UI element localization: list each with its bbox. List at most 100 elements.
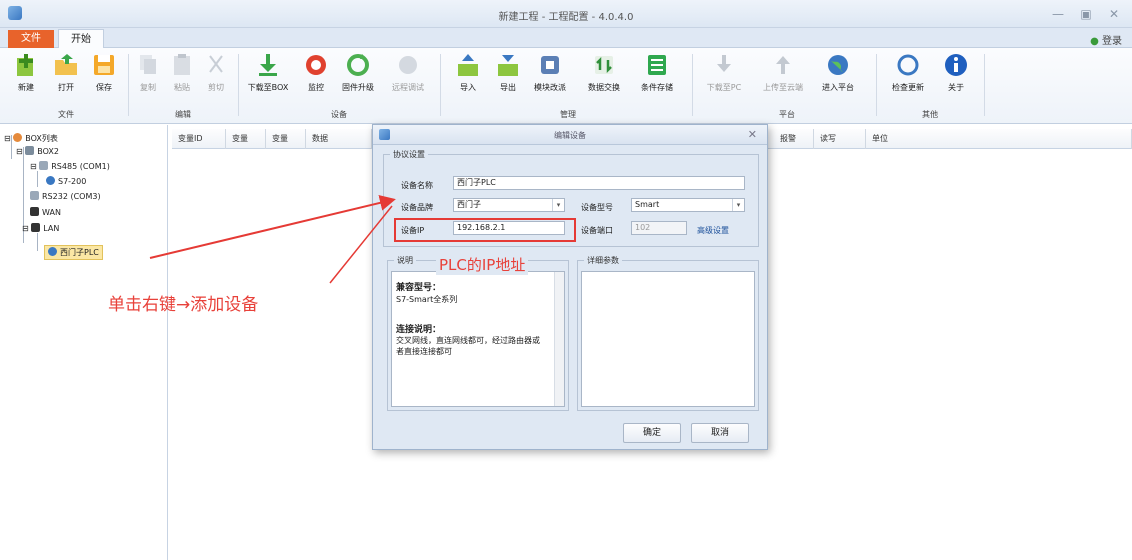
module-button[interactable]: 模块改派 [528,52,572,106]
firmware-button[interactable]: 固件升级 [336,52,380,106]
cut-button[interactable]: 剪切 [198,52,234,106]
device-port-input[interactable]: 102 [631,221,687,235]
group-label-platform: 平台 [779,110,795,119]
globe-icon [828,55,848,75]
tree-node-wan[interactable]: WAN [30,207,61,219]
group-label-device: 设备 [331,110,347,119]
device-name-input[interactable]: 西门子PLC [453,176,745,190]
tree-node-rs232[interactable]: RS232 (COM3) [30,191,101,203]
scrollbar[interactable] [554,272,564,406]
refresh-icon [347,54,369,76]
compat-title: 兼容型号： [396,283,442,293]
tree-rs232-label: RS232 (COM3) [42,192,101,201]
col-var-2[interactable]: 变量 [266,129,306,149]
detail-params-title: 详细参数 [587,256,619,265]
device-model-select[interactable]: Smart ▾ [631,198,745,212]
device-brand-select[interactable]: 西门子 ▾ [453,198,565,212]
tree-s7-label: S7-200 [58,177,87,186]
export-label: 导出 [500,83,516,92]
download-box-label: 下载至BOX [247,83,289,92]
download-pc-button[interactable]: 下载至PC [702,52,746,106]
edit-device-dialog: 编辑设备 ✕ 协议设置 设备名称 西门子PLC 设备品牌 西门子 ▾ 设备型号 S… [372,124,768,450]
dialog-title: 编辑设备 [554,131,586,140]
collapse-icon[interactable]: ⊟ [16,147,23,156]
description-textarea[interactable]: 兼容型号： S7-Smart全系列 连接说明： 交叉网线，直连网线都可，经过路由… [391,271,565,407]
tree-wan-label: WAN [42,208,61,217]
group-label-other: 其他 [922,110,938,119]
ok-button[interactable]: 确定 [623,423,681,443]
condition-store-button[interactable]: 条件存储 [634,52,680,106]
open-button[interactable]: 打开 [48,52,84,106]
floppy-disk-icon [94,55,114,75]
tree-node-rs485[interactable]: ⊟ RS485 (COM1) [30,161,110,173]
conn-value: 交叉网线，直连网线都可，经过路由器或者直接连接都可 [396,336,540,356]
device-model-label: 设备型号 [581,203,613,212]
group-separator [692,54,693,116]
col-var[interactable]: 变量 [226,129,266,149]
tree-node-box[interactable]: ⊟ BOX2 [16,146,59,158]
tree-connector [37,171,38,187]
data-exchange-button[interactable]: 数据交换 [582,52,626,106]
remote-debug-button[interactable]: 远程调试 [386,52,430,106]
col-var-id[interactable]: 变量ID [172,129,226,149]
export-button[interactable]: 导出 [490,52,526,106]
login-label: 登录 [1102,36,1122,47]
download-arrow-icon [259,54,277,76]
tab-file[interactable]: 文件 [8,30,54,48]
check-update-button[interactable]: 检查更新 [886,52,930,106]
title-bar: 新建工程 - 工程配置 - 4.0.4.0 — ▣ ✕ [0,0,1132,28]
login-link[interactable]: ● 登录 [1090,32,1122,47]
copy-button[interactable]: 复制 [130,52,166,106]
folder-open-icon [55,54,77,75]
col-alarm[interactable]: 报警 [774,129,814,149]
download-box-button[interactable]: 下载至BOX [244,52,292,106]
scissors-icon [209,55,223,73]
import-button[interactable]: 导入 [450,52,486,106]
network-icon [30,207,39,216]
tree-plc-label: 西门子PLC [60,248,99,257]
save-button[interactable]: 保存 [86,52,122,106]
maximize-button[interactable]: ▣ [1074,5,1098,23]
close-button[interactable]: ✕ [1102,5,1126,23]
enter-platform-button[interactable]: 进入平台 [816,52,860,106]
paste-button[interactable]: 粘贴 [164,52,200,106]
exchange-icon [595,56,613,74]
export-icon [498,55,518,76]
minimize-button[interactable]: — [1046,5,1070,23]
device-brand-value: 西门子 [457,200,481,209]
remote-debug-label: 远程调试 [392,83,424,92]
collapse-icon[interactable]: ⊟ [4,134,11,143]
protocol-group-title: 协议设置 [393,150,425,159]
online-button[interactable]: 监控 [298,52,334,106]
module-icon [541,56,559,74]
upload-cloud-button[interactable]: 上传至云端 [758,52,808,106]
window-title: 新建工程 - 工程配置 - 4.0.4.0 [498,12,634,23]
chevron-down-icon[interactable]: ▾ [552,199,564,211]
collapse-icon[interactable]: ⊟ [30,162,37,171]
tree-root[interactable]: ⊟ BOX列表 [4,133,58,145]
dialog-title-bar[interactable]: 编辑设备 ✕ [373,125,767,145]
detail-params-area[interactable] [581,271,755,407]
cancel-button[interactable]: 取消 [691,423,749,443]
tree-connector [37,233,38,251]
group-separator [984,54,985,116]
collapse-icon[interactable]: ⊟ [22,224,29,233]
tree-node-s7-200[interactable]: S7-200 [46,176,86,188]
advanced-settings-link[interactable]: 高级设置 [697,225,729,236]
about-button[interactable]: 关于 [938,52,974,106]
tree-node-plc-selected[interactable]: 西门子PLC [44,245,103,260]
col-unit[interactable]: 单位 [866,129,1132,149]
download-disabled-icon [717,55,731,72]
import-icon [458,54,478,76]
tab-start[interactable]: 开始 [58,29,104,49]
chevron-down-icon[interactable]: ▾ [732,199,744,211]
group-separator [876,54,877,116]
tree-node-lan[interactable]: ⊟ LAN [22,223,59,235]
dialog-close-button[interactable]: ✕ [748,128,757,141]
plc-icon [46,176,55,185]
col-data[interactable]: 数据 [306,129,372,149]
module-label: 模块改派 [534,83,566,92]
new-button[interactable]: 新建 [8,52,44,106]
col-readwrite[interactable]: 读写 [814,129,866,149]
globe-disabled-icon [399,56,417,74]
